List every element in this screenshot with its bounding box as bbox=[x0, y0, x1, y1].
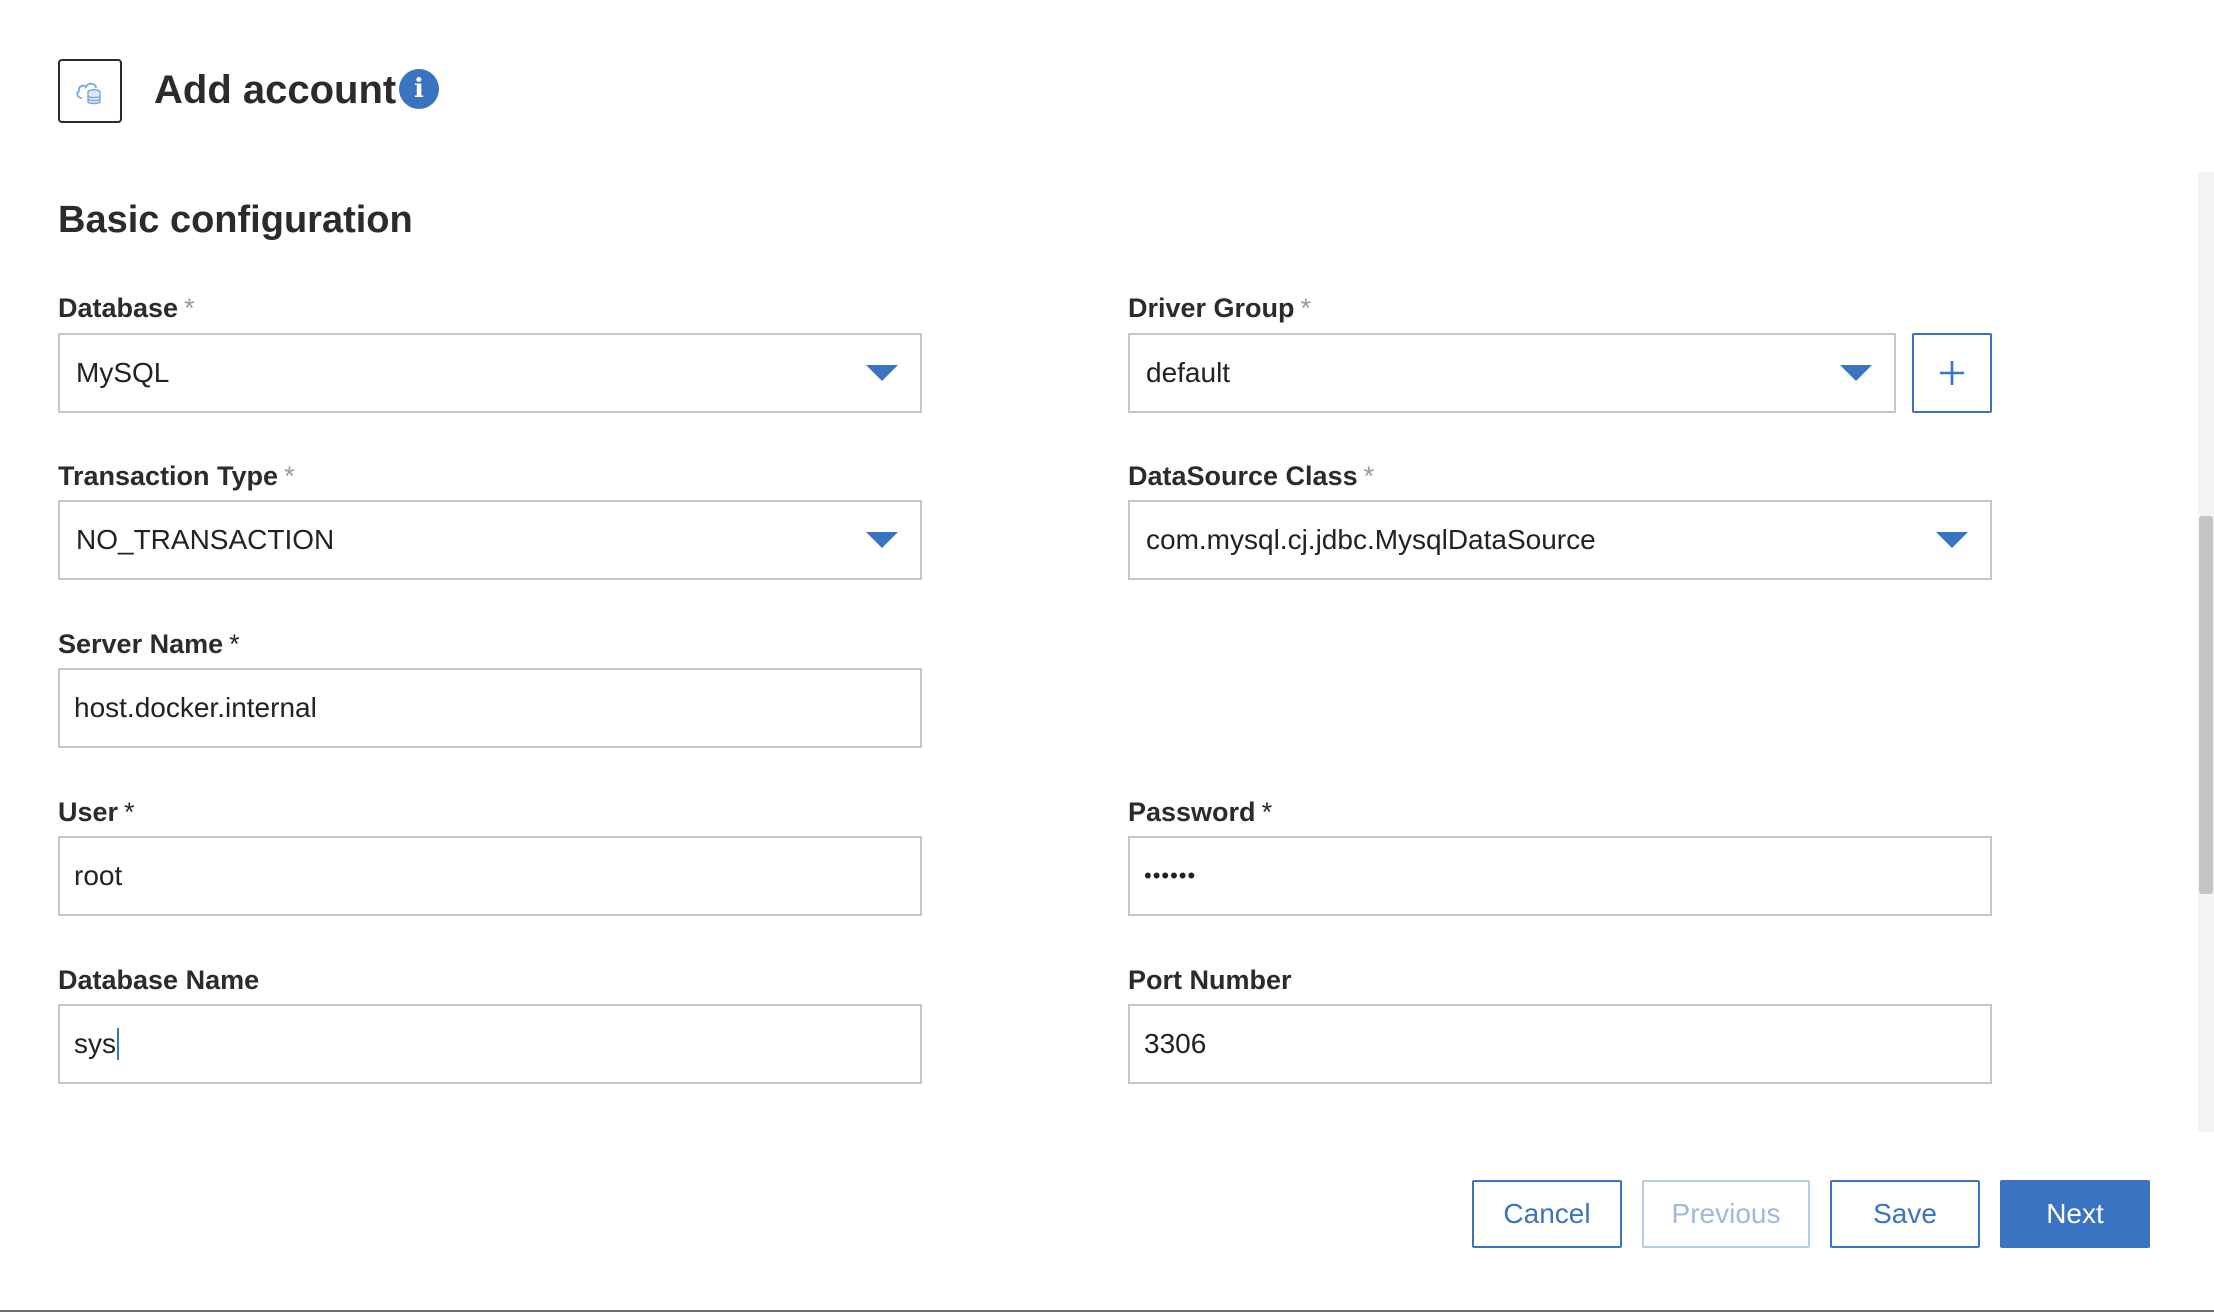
save-button[interactable]: Save bbox=[1830, 1180, 1980, 1248]
port-number-input[interactable]: 3306 bbox=[1128, 1004, 1992, 1084]
port-number-label-text: Port Number bbox=[1128, 965, 1292, 995]
server-name-label: Server Name * bbox=[58, 626, 240, 662]
password-value: •••••• bbox=[1144, 863, 1197, 888]
required-asterisk: * bbox=[124, 797, 135, 827]
user-label-text: User bbox=[58, 797, 119, 827]
transaction-type-select-value: NO_TRANSACTION bbox=[76, 524, 335, 555]
chevron-down-icon bbox=[866, 365, 898, 381]
user-label: User * bbox=[58, 794, 135, 830]
database-select[interactable]: MySQL bbox=[58, 333, 922, 413]
database-label-text: Database bbox=[58, 293, 179, 323]
datasource-class-label-text: DataSource Class bbox=[1128, 461, 1358, 491]
driver-group-select[interactable]: default bbox=[1128, 333, 1896, 413]
chevron-down-icon bbox=[1936, 532, 1968, 548]
page-title: Add account bbox=[154, 68, 397, 112]
required-asterisk: * bbox=[1300, 293, 1312, 323]
chevron-down-icon bbox=[866, 532, 898, 548]
server-name-value: host.docker.internal bbox=[74, 692, 317, 723]
driver-group-label: Driver Group * bbox=[1128, 290, 1311, 326]
database-name-label: Database Name bbox=[58, 962, 259, 998]
previous-button[interactable]: Previous bbox=[1642, 1180, 1810, 1248]
port-number-value: 3306 bbox=[1144, 1028, 1207, 1059]
text-cursor bbox=[117, 1028, 119, 1060]
section-title: Basic configuration bbox=[58, 199, 413, 241]
cancel-button[interactable]: Cancel bbox=[1472, 1180, 1622, 1248]
required-asterisk: * bbox=[184, 293, 195, 323]
port-number-label: Port Number bbox=[1128, 962, 1292, 998]
database-label: Database * bbox=[58, 290, 195, 326]
password-input[interactable]: •••••• bbox=[1128, 836, 1992, 916]
transaction-type-label-text: Transaction Type bbox=[58, 461, 279, 491]
cloud-database-icon bbox=[76, 82, 101, 105]
plus-icon bbox=[1940, 361, 1964, 385]
transaction-type-label: Transaction Type * bbox=[58, 458, 295, 494]
driver-group-select-value: default bbox=[1146, 357, 1231, 388]
required-asterisk: * bbox=[1261, 797, 1273, 827]
password-label-text: Password bbox=[1128, 797, 1256, 827]
password-label: Password * bbox=[1128, 794, 1272, 830]
scrollbar-thumb[interactable] bbox=[2199, 516, 2213, 894]
next-button[interactable]: Next bbox=[2000, 1180, 2150, 1248]
server-name-label-text: Server Name bbox=[58, 629, 224, 659]
required-asterisk: * bbox=[284, 461, 295, 491]
datasource-class-select[interactable]: com.mysql.cj.jdbc.MysqlDataSource bbox=[1128, 500, 1992, 580]
user-input[interactable]: root bbox=[58, 836, 922, 916]
database-name-input[interactable]: sys bbox=[58, 1004, 922, 1084]
info-icon[interactable]: i bbox=[399, 69, 439, 109]
database-name-label-text: Database Name bbox=[58, 965, 260, 995]
driver-group-label-text: Driver Group bbox=[1128, 293, 1295, 323]
datasource-class-label: DataSource Class * bbox=[1128, 458, 1374, 494]
transaction-type-select[interactable]: NO_TRANSACTION bbox=[58, 500, 922, 580]
database-select-value: MySQL bbox=[76, 357, 170, 388]
user-value: root bbox=[74, 860, 123, 891]
server-name-input[interactable]: host.docker.internal bbox=[58, 668, 922, 748]
required-asterisk: * bbox=[1363, 461, 1375, 491]
chevron-down-icon bbox=[1840, 365, 1872, 381]
add-driver-group-button[interactable] bbox=[1912, 333, 1992, 413]
database-name-value: sys bbox=[74, 1028, 116, 1059]
bottom-divider bbox=[0, 1310, 2214, 1312]
datasource-class-select-value: com.mysql.cj.jdbc.MysqlDataSource bbox=[1146, 524, 1596, 555]
required-asterisk: * bbox=[229, 629, 240, 659]
account-type-icon bbox=[58, 59, 122, 123]
